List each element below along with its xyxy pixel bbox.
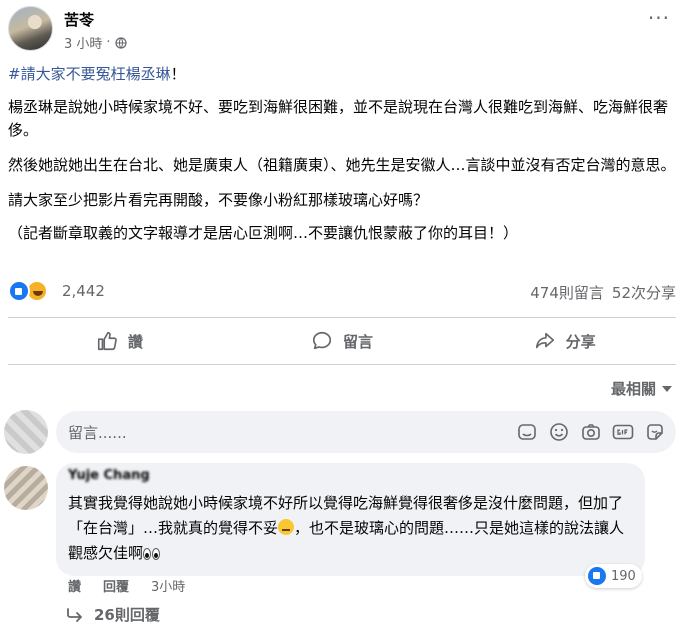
post-header: 苦苓 3 小時 · ··· bbox=[0, 0, 684, 60]
post-actions: 讚 留言 分享 bbox=[8, 322, 676, 360]
divider bbox=[8, 317, 676, 318]
hashtag-suffix: ！ bbox=[170, 65, 186, 83]
view-replies-button[interactable]: 26則回覆 bbox=[66, 604, 160, 625]
gif-icon[interactable] bbox=[612, 422, 634, 442]
replies-label: 26則回覆 bbox=[94, 606, 160, 624]
post-hashtag-line: #請大家不要冤枉楊丞琳！ bbox=[8, 63, 676, 86]
comment-tools bbox=[516, 422, 666, 442]
like-button[interactable]: 讚 bbox=[8, 322, 231, 360]
post-stats: 474則留言 52次分享 bbox=[530, 282, 676, 303]
meta-separator: · bbox=[106, 35, 111, 50]
post-paragraph-3: 請大家至少把影片看完再開酸，不要像小粉紅那樣玻璃心好嗎？ bbox=[8, 191, 429, 209]
post-paragraph-2: 然後她說她出生在台北、她是廣東人（祖籍廣東）、她先生是安徽人…言談中並沒有否定台… bbox=[8, 156, 676, 174]
hashtag-link[interactable]: #請大家不要冤枉楊丞琳 bbox=[8, 65, 171, 83]
post-meta: 3 小時 · bbox=[64, 33, 127, 52]
comment-button[interactable]: 留言 bbox=[231, 322, 454, 360]
like-button-label: 讚 bbox=[127, 332, 143, 351]
camera-icon[interactable] bbox=[580, 422, 602, 442]
comment-input-placeholder: 留言...... bbox=[68, 424, 127, 442]
commenter-name[interactable]: Yuje Chang bbox=[68, 468, 150, 483]
comment-reply-button[interactable]: 回覆 bbox=[103, 576, 129, 595]
chevron-down-icon bbox=[662, 385, 672, 392]
globe-icon bbox=[114, 36, 127, 49]
post-paragraph-4: （記者斷章取義的文字報導才是居心叵測啊…不要讓仇恨蒙蔽了你的耳目！） bbox=[8, 224, 519, 242]
like-icon bbox=[588, 567, 606, 585]
comment-like-button[interactable]: 讚 bbox=[68, 576, 81, 595]
sort-label: 最相關 bbox=[610, 380, 656, 398]
comment-input[interactable]: 留言...... bbox=[56, 411, 676, 453]
thumbs-up-icon bbox=[97, 331, 117, 351]
sticker-icon[interactable] bbox=[644, 422, 666, 442]
share-button[interactable]: 分享 bbox=[453, 322, 676, 360]
confused-face-icon bbox=[278, 519, 295, 535]
reactions-bar: 2,442 474則留言 52次分享 bbox=[8, 280, 676, 304]
comment-like-count: 190 bbox=[611, 568, 636, 584]
post-body: #請大家不要冤枉楊丞琳！ 楊丞琳是說她小時候家境不好、要吃到海鮮很困難，並不是說… bbox=[8, 63, 676, 257]
divider bbox=[8, 364, 676, 365]
share-count[interactable]: 52次分享 bbox=[612, 282, 676, 303]
emoji-icon[interactable] bbox=[548, 422, 570, 442]
like-icon bbox=[8, 280, 30, 302]
share-button-label: 分享 bbox=[565, 332, 596, 351]
comment-actions: 讚 回覆 3小時 bbox=[68, 576, 185, 595]
reply-arrow-icon bbox=[67, 607, 82, 622]
author-avatar[interactable] bbox=[8, 6, 53, 51]
eyes-icon bbox=[143, 543, 161, 568]
comment-bubble: Yuje Chang 其實我覺得她說她小時候家境不好所以覺得吃海鮮覺得很奢侈是沒… bbox=[56, 463, 645, 576]
comment-button-label: 留言 bbox=[343, 332, 374, 351]
comment-count[interactable]: 474則留言 bbox=[530, 282, 604, 303]
current-user-avatar[interactable] bbox=[4, 410, 48, 454]
post-time[interactable]: 3 小時 bbox=[64, 33, 102, 52]
comment-time[interactable]: 3小時 bbox=[151, 576, 185, 595]
comment-text: 其實我覺得她說她小時候家境不好所以覺得吃海鮮覺得很奢侈是沒什麼問題，但加了「在台… bbox=[68, 491, 633, 568]
post-paragraph-1: 楊丞琳是說她小時候家境不好、要吃到海鮮很困難，並不是說現在台灣人很難吃到海鮮、吃… bbox=[8, 98, 669, 139]
share-icon bbox=[535, 332, 554, 349]
comment-reaction-badge[interactable]: 190 bbox=[585, 564, 642, 588]
author-name[interactable]: 苦苓 bbox=[64, 9, 94, 30]
reaction-count[interactable]: 2,442 bbox=[62, 282, 105, 300]
avatar-sticker-icon[interactable] bbox=[516, 422, 538, 442]
comment-icon bbox=[312, 331, 332, 350]
reaction-icons[interactable] bbox=[8, 280, 48, 302]
more-options-button[interactable]: ··· bbox=[648, 8, 670, 28]
sort-dropdown[interactable]: 最相關 bbox=[611, 378, 672, 399]
commenter-avatar[interactable] bbox=[4, 466, 48, 510]
